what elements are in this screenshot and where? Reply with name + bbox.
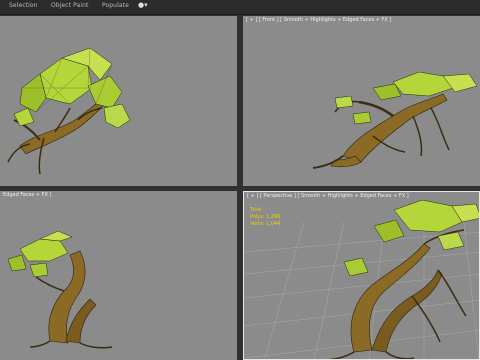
menu-selection[interactable]: Selection [9,2,38,9]
tree-model-front [312,71,478,169]
tree-model-left [7,230,113,349]
viewport-bottom-left[interactable]: Edged Faces + FX ] [0,191,237,360]
menu-bar: Selection Object Paint Populate ●▾ [0,0,480,15]
viewport-top-left[interactable] [0,16,237,186]
viewport-bottom-right[interactable]: [ + ] [ Perspective ] [ Smooth + Highlig… [243,191,480,360]
tree-model-top [7,47,131,175]
options-dropdown-icon[interactable]: ●▾ [138,1,148,9]
tree-model-perspective [328,199,479,359]
menu-populate[interactable]: Populate [102,2,129,9]
viewport-top-right[interactable]: [ + ] [ Front ] [ Smooth + Highlights + … [243,16,480,186]
menu-object-paint[interactable]: Object Paint [51,2,89,9]
